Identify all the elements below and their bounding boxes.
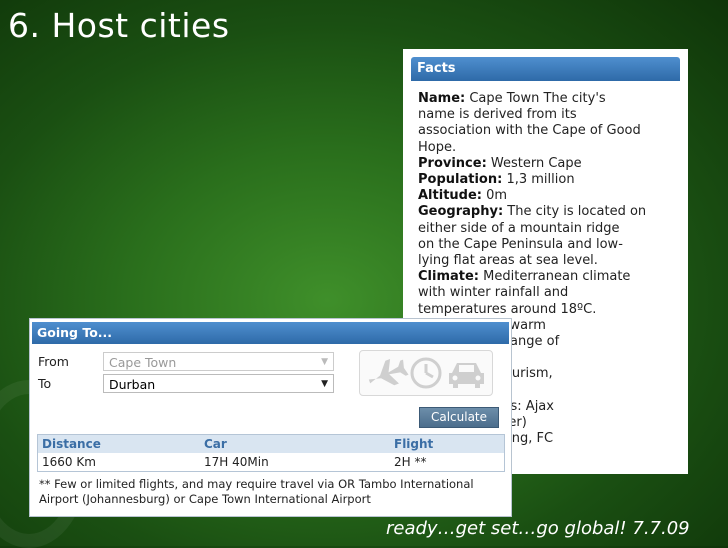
chevron-down-icon: ▼ [321,357,328,367]
going-to-panel: Going To... From Cape Town ▼ To Durban ▼ [29,318,512,517]
results-table-header: Distance Car Flight [37,434,505,454]
to-select[interactable]: Durban ▼ [103,374,334,393]
facts-line-text: Cape Town The city's [465,91,606,106]
facts-line-label: Population: [418,172,503,188]
going-to-header-label: Going To... [37,325,113,340]
car-time-value: 17H 40Min [204,455,269,469]
to-select-value: Durban [109,377,156,392]
facts-line: with winter rainfall and [418,285,680,301]
slide-title: 6. Host cities [8,6,230,45]
facts-line: Climate: Mediterranean climate [418,269,680,285]
facts-line-label: Altitude: [418,188,482,204]
from-select[interactable]: Cape Town ▼ [103,352,334,371]
facts-line-label: Province: [418,155,487,171]
facts-line-text: with winter rainfall and [418,285,569,301]
plane-icon [368,359,409,386]
facts-line: Geography: The city is located on [418,204,680,220]
facts-line-text: Western Cape [486,155,582,171]
flight-header: Flight [394,437,434,451]
to-label: To [38,376,52,391]
facts-line: Population: 1,3 million [418,172,680,188]
from-label: From [38,354,69,369]
facts-line: lying flat areas at sea level. [418,253,680,269]
car-icon [449,363,484,388]
facts-header: Facts [411,57,680,81]
calculate-button[interactable]: Calculate [419,407,499,428]
facts-line-text: lying flat areas at sea level. [418,253,598,269]
facts-header-label: Facts [417,61,456,76]
facts-line: either side of a mountain ridge [418,221,680,237]
distance-header: Distance [42,437,101,451]
chevron-down-icon: ▼ [321,379,328,389]
car-header: Car [204,437,227,451]
facts-line-text: 0m [481,188,508,204]
from-select-value: Cape Town [109,355,177,370]
slide-footer: ready…get set…go global! 7.7.09 [386,518,690,539]
table-row: 1660 Km 17H 40Min 2H ** [37,453,505,472]
facts-line-text: association with the Cape of Good [418,123,641,139]
facts-line: temperatures around 18ºC. [418,302,680,318]
facts-line-text: either side of a mountain ridge [418,220,620,236]
going-to-header: Going To... [32,322,509,344]
facts-line: Altitude: 0m [418,188,680,204]
facts-line-text: temperatures around 18ºC. [418,301,597,317]
facts-line-text: name is derived from its [418,107,577,123]
facts-line: on the Cape Peninsula and low- [418,237,680,253]
flight-note: ** Few or limited flights, and may requi… [39,477,474,506]
flight-time-value: 2H ** [394,455,427,469]
facts-line-text: on the Cape Peninsula and low- [418,236,623,252]
facts-line-label: Climate: [418,269,480,285]
travel-mode-icons [359,350,493,396]
distance-value: 1660 Km [42,455,96,469]
facts-line-text: Hope. [418,139,457,155]
clock-icon [410,357,442,389]
facts-line-text: Mediterranean climate [479,269,631,285]
facts-line: association with the Cape of Good [418,123,680,139]
facts-line: Name: Cape Town The city's [418,91,680,107]
facts-line: name is derived from its [418,107,680,123]
facts-line: Province: Western Cape [418,156,680,172]
facts-line-label: Geography: [418,204,504,220]
facts-line: Hope. [418,140,680,156]
facts-line-text: The city is located on [503,204,647,220]
facts-line-text: 1,3 million [502,172,575,188]
facts-line-label: Name: [418,91,466,106]
